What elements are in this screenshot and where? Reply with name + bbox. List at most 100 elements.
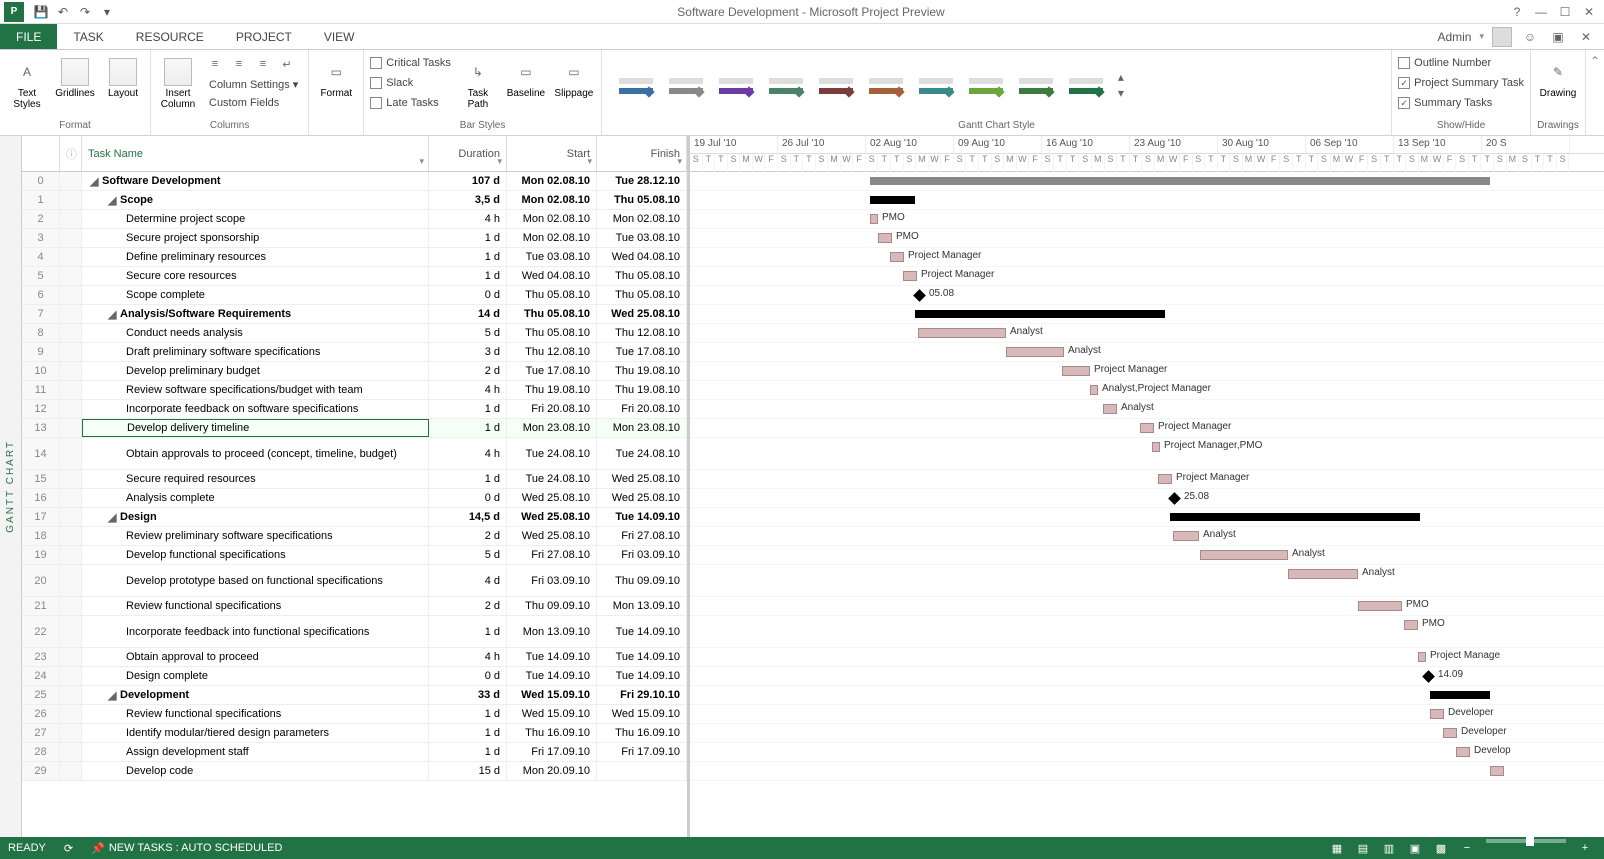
- task-bar[interactable]: [1430, 709, 1444, 719]
- task-name-cell[interactable]: Analysis complete: [82, 489, 429, 507]
- table-row[interactable]: 11 Review software specifications/budget…: [22, 381, 687, 400]
- gantt-style-option[interactable]: [864, 67, 908, 103]
- row-number[interactable]: 2: [22, 210, 60, 228]
- header-rownum[interactable]: [22, 136, 60, 171]
- tab-file[interactable]: FILE: [0, 24, 57, 49]
- gantt-row[interactable]: Analyst: [690, 400, 1604, 419]
- row-number[interactable]: 6: [22, 286, 60, 304]
- late-tasks-checkbox[interactable]: Late Tasks: [370, 94, 451, 112]
- gantt-style-option[interactable]: [1014, 67, 1058, 103]
- task-name-cell[interactable]: Incorporate feedback into functional spe…: [82, 616, 429, 647]
- task-name-cell[interactable]: Incorporate feedback on software specifi…: [82, 400, 429, 418]
- gantt-timescale[interactable]: 19 Jul '1026 Jul '1002 Aug '1009 Aug '10…: [690, 136, 1604, 172]
- row-number[interactable]: 7: [22, 305, 60, 323]
- finish-cell[interactable]: Mon 02.08.10: [597, 210, 687, 228]
- duration-cell[interactable]: 5 d: [429, 546, 507, 564]
- task-name-cell[interactable]: Conduct needs analysis: [82, 324, 429, 342]
- duration-cell[interactable]: 1 d: [429, 229, 507, 247]
- start-cell[interactable]: Tue 17.08.10: [507, 362, 597, 380]
- view-network-icon[interactable]: ▥: [1378, 839, 1400, 857]
- view-calendar-icon[interactable]: ▤: [1352, 839, 1374, 857]
- gantt-row[interactable]: Project Manager: [690, 267, 1604, 286]
- table-row[interactable]: 29 Develop code 15 d Mon 20.09.10: [22, 762, 687, 781]
- row-number[interactable]: 24: [22, 667, 60, 685]
- gantt-row[interactable]: Analyst: [690, 324, 1604, 343]
- task-bar[interactable]: [1173, 531, 1199, 541]
- header-task-name[interactable]: Task Name▾: [82, 136, 429, 171]
- start-cell[interactable]: Wed 25.08.10: [507, 508, 597, 526]
- duration-cell[interactable]: 0 d: [429, 667, 507, 685]
- finish-cell[interactable]: Fri 27.08.10: [597, 527, 687, 545]
- start-cell[interactable]: Mon 02.08.10: [507, 191, 597, 209]
- task-name-cell[interactable]: Develop functional specifications: [82, 546, 429, 564]
- start-cell[interactable]: Thu 16.09.10: [507, 724, 597, 742]
- row-number[interactable]: 20: [22, 565, 60, 596]
- table-row[interactable]: 7 ◢Analysis/Software Requirements 14 d T…: [22, 305, 687, 324]
- row-number[interactable]: 8: [22, 324, 60, 342]
- duration-cell[interactable]: 4 h: [429, 381, 507, 399]
- gantt-style-option[interactable]: [1064, 67, 1108, 103]
- gantt-row[interactable]: PMO: [690, 210, 1604, 229]
- view-resource-icon[interactable]: ▣: [1404, 839, 1426, 857]
- gantt-row[interactable]: PMO: [690, 597, 1604, 616]
- gantt-row[interactable]: Developer: [690, 724, 1604, 743]
- finish-cell[interactable]: [597, 762, 687, 780]
- duration-cell[interactable]: 1 d: [429, 743, 507, 761]
- start-cell[interactable]: Mon 02.08.10: [507, 172, 597, 190]
- task-bar[interactable]: [1103, 404, 1117, 414]
- gantt-row[interactable]: Project Manager,PMO: [690, 438, 1604, 470]
- text-styles-button[interactable]: AText Styles: [6, 54, 48, 110]
- task-bar[interactable]: [878, 233, 892, 243]
- status-new-tasks[interactable]: 📌 NEW TASKS : AUTO SCHEDULED: [91, 842, 282, 855]
- zoom-in-icon[interactable]: +: [1574, 839, 1596, 857]
- table-row[interactable]: 26 Review functional specifications 1 d …: [22, 705, 687, 724]
- task-name-cell[interactable]: Design complete: [82, 667, 429, 685]
- chevron-down-icon[interactable]: ▾: [497, 156, 502, 167]
- row-number[interactable]: 17: [22, 508, 60, 526]
- table-row[interactable]: 23 Obtain approval to proceed 4 h Tue 14…: [22, 648, 687, 667]
- gantt-style-option[interactable]: [614, 67, 658, 103]
- duration-cell[interactable]: 4 h: [429, 648, 507, 666]
- gantt-row[interactable]: PMO: [690, 616, 1604, 648]
- start-cell[interactable]: Wed 15.09.10: [507, 705, 597, 723]
- header-start[interactable]: Start▾: [507, 136, 597, 171]
- start-cell[interactable]: Thu 12.08.10: [507, 343, 597, 361]
- header-finish[interactable]: Finish▾: [597, 136, 687, 171]
- row-number[interactable]: 26: [22, 705, 60, 723]
- start-cell[interactable]: Thu 05.08.10: [507, 305, 597, 323]
- chevron-down-icon[interactable]: ▾: [677, 156, 682, 167]
- finish-cell[interactable]: Fri 17.09.10: [597, 743, 687, 761]
- format-button[interactable]: ▭Format: [315, 54, 357, 99]
- table-row[interactable]: 9 Draft preliminary software specificati…: [22, 343, 687, 362]
- gantt-row[interactable]: Project Manager: [690, 419, 1604, 438]
- gallery-up-icon[interactable]: ▴: [1118, 70, 1124, 84]
- gantt-style-option[interactable]: [814, 67, 858, 103]
- column-settings-dropdown[interactable]: Column Settings ▾: [205, 76, 302, 93]
- table-row[interactable]: 4 Define preliminary resources 1 d Tue 0…: [22, 248, 687, 267]
- task-name-cell[interactable]: ◢Design: [82, 508, 429, 526]
- slippage-button[interactable]: ▭Slippage: [553, 54, 595, 99]
- start-cell[interactable]: Thu 05.08.10: [507, 286, 597, 304]
- task-bar[interactable]: [1200, 550, 1288, 560]
- duration-cell[interactable]: 1 d: [429, 724, 507, 742]
- table-row[interactable]: 1 ◢Scope 3,5 d Mon 02.08.10 Thu 05.08.10: [22, 191, 687, 210]
- gantt-row[interactable]: Analyst: [690, 527, 1604, 546]
- task-name-cell[interactable]: Review software specifications/budget wi…: [82, 381, 429, 399]
- start-cell[interactable]: Wed 25.08.10: [507, 527, 597, 545]
- gantt-body[interactable]: PMOPMOProject ManagerProject Manager05.0…: [690, 172, 1604, 837]
- gantt-row[interactable]: 25.08: [690, 489, 1604, 508]
- qat-redo-icon[interactable]: ↷: [76, 3, 94, 21]
- header-duration[interactable]: Duration▾: [429, 136, 507, 171]
- start-cell[interactable]: Thu 05.08.10: [507, 324, 597, 342]
- task-bar[interactable]: [890, 252, 904, 262]
- task-name-cell[interactable]: Secure core resources: [82, 267, 429, 285]
- maximize-button[interactable]: ☐: [1554, 3, 1576, 21]
- wrap-text-icon[interactable]: ↵: [277, 54, 297, 74]
- table-row[interactable]: 5 Secure core resources 1 d Wed 04.08.10…: [22, 267, 687, 286]
- finish-cell[interactable]: Thu 05.08.10: [597, 191, 687, 209]
- summary-bar[interactable]: [915, 310, 1165, 318]
- row-number[interactable]: 29: [22, 762, 60, 780]
- finish-cell[interactable]: Wed 15.09.10: [597, 705, 687, 723]
- critical-tasks-checkbox[interactable]: Critical Tasks: [370, 54, 451, 72]
- finish-cell[interactable]: Wed 25.08.10: [597, 470, 687, 488]
